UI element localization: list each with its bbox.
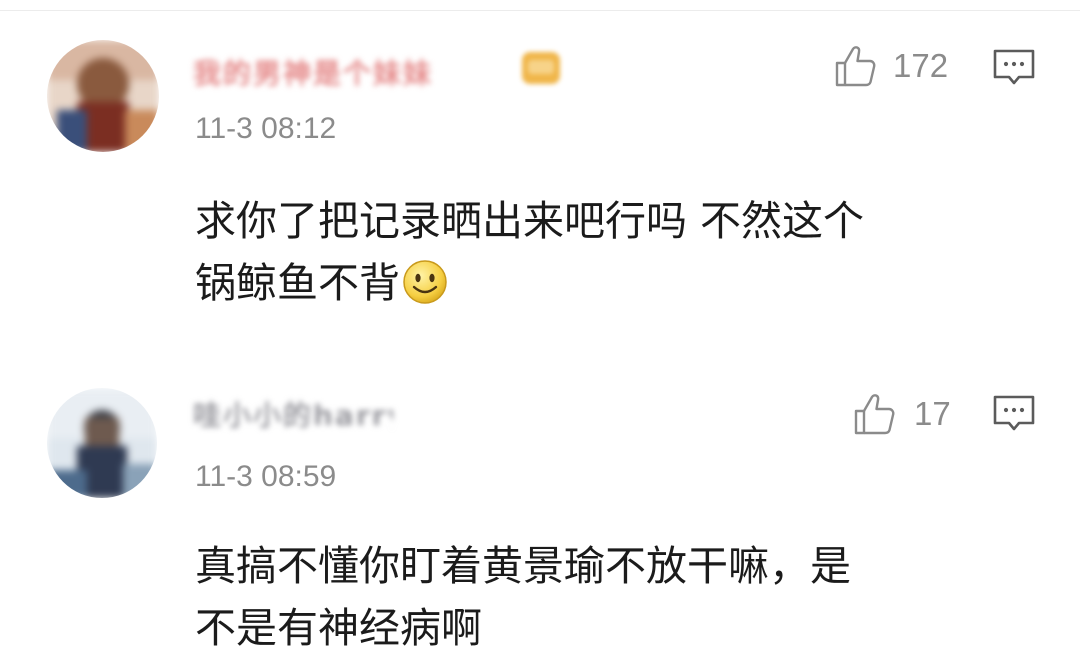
- like-count: 172: [893, 47, 949, 84]
- like-count: 17: [914, 395, 951, 432]
- comment-line: 求你了把记录晒出来吧行吗 不然这个: [195, 197, 865, 245]
- reply-comment-icon[interactable]: [992, 48, 1036, 88]
- smile-emoji-icon: [403, 260, 447, 304]
- thumbs-up-icon: [854, 394, 895, 435]
- comment-line-with-emoji: 锅鲸鱼不背: [195, 252, 995, 314]
- comment-list: 我的男神是个妹妹 11-3 08:12 172 求你了把记录晒出来吧行吗 不然这…: [0, 0, 1080, 655]
- username[interactable]: 我的男神是个妹妹: [193, 52, 523, 86]
- reply-comment-icon[interactable]: [992, 394, 1036, 434]
- comment-item: 我的男神是个妹妹 11-3 08:12 172 求你了把记录晒出来吧行吗 不然这…: [0, 0, 1080, 340]
- like-button[interactable]: 17: [852, 392, 951, 436]
- avatar[interactable]: [47, 40, 159, 152]
- comment-line: 不是有神经病啊: [195, 604, 482, 652]
- username[interactable]: 哇小小的harry: [193, 394, 393, 428]
- comment-time: 11-3 08:12: [195, 112, 337, 145]
- comment-text: 求你了把记录晒出来吧行吗 不然这个 锅鲸鱼不背: [195, 190, 995, 314]
- comment-item: 哇小小的harry 11-3 08:59 17 真搞不懂你盯着黄景瑜不放干嘛，是…: [0, 340, 1080, 655]
- like-button[interactable]: 172: [833, 44, 948, 88]
- vip-badge-icon: [522, 52, 560, 84]
- comment-time: 11-3 08:59: [195, 460, 337, 493]
- avatar[interactable]: [47, 388, 157, 498]
- comment-line: 真搞不懂你盯着黄景瑜不放干嘛，是: [195, 542, 851, 590]
- comment-line: 锅鲸鱼不背: [195, 259, 400, 307]
- comment-text: 真搞不懂你盯着黄景瑜不放干嘛，是 不是有神经病啊: [195, 535, 995, 655]
- thumbs-up-icon: [835, 46, 876, 87]
